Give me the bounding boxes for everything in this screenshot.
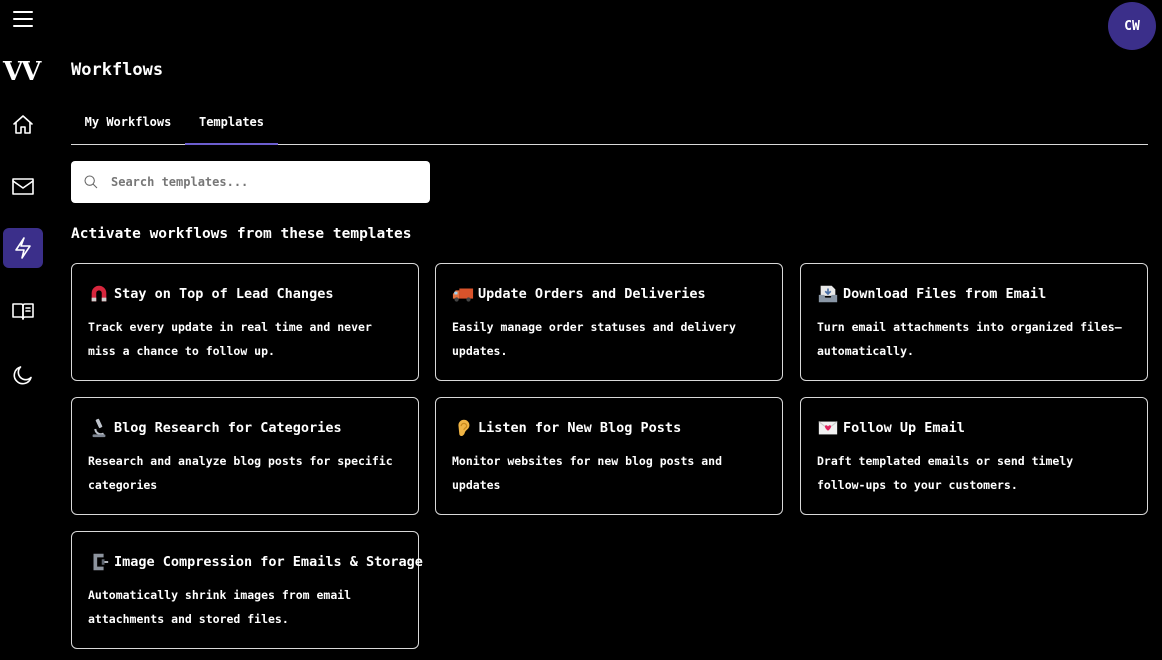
card-title: Download Files from Email <box>843 286 1047 302</box>
sidebar: VV <box>0 0 48 660</box>
template-card-blog-research[interactable]: Blog Research for Categories Research an… <box>71 397 419 515</box>
tab-my-workflows[interactable]: My Workflows <box>71 100 185 144</box>
template-card-download-files[interactable]: Download Files from Email Turn email att… <box>800 263 1148 381</box>
hamburger-menu-icon[interactable] <box>13 11 33 27</box>
card-description: Turn email attachments into organized fi… <box>817 320 1122 358</box>
search-input[interactable] <box>111 175 411 189</box>
card-description: Monitor websites for new blog posts and … <box>452 454 723 492</box>
clamp-icon <box>93 553 109 571</box>
template-card-image-compression[interactable]: Image Compression for Emails & Storage A… <box>71 531 423 649</box>
microscope-icon <box>92 418 106 438</box>
sidebar-item-workflows[interactable] <box>3 228 43 268</box>
ear-icon <box>458 419 470 437</box>
inbox-tray-icon <box>818 285 838 303</box>
tab-templates[interactable]: Templates <box>185 100 278 145</box>
template-card-lead-changes[interactable]: Stay on Top of Lead Changes Track every … <box>71 263 419 381</box>
section-heading: Activate workflows from these templates <box>71 226 412 242</box>
app-logo: VV <box>3 57 41 87</box>
card-description: Draft templated emails or send timely fo… <box>817 454 1074 492</box>
delivery-truck-icon <box>452 288 474 302</box>
card-description: Easily manage order statuses and deliver… <box>452 320 736 358</box>
card-title: Blog Research for Categories <box>114 420 342 436</box>
moon-icon <box>13 366 32 385</box>
mail-icon <box>12 178 34 195</box>
card-title: Update Orders and Deliveries <box>478 286 706 302</box>
card-title: Stay on Top of Lead Changes <box>114 286 334 302</box>
card-description: Track every update in real time and neve… <box>88 320 372 358</box>
book-icon <box>12 303 34 320</box>
tab-bar: My Workflows Templates <box>71 100 1148 145</box>
lightning-icon <box>15 237 31 259</box>
page-title: Workflows <box>71 60 164 80</box>
search-icon <box>84 175 98 189</box>
sidebar-item-home[interactable] <box>3 105 43 145</box>
love-letter-icon <box>818 421 838 435</box>
card-title: Listen for New Blog Posts <box>478 420 682 436</box>
card-title: Follow Up Email <box>843 420 965 436</box>
template-card-blog-posts[interactable]: Listen for New Blog Posts Monitor websit… <box>435 397 783 515</box>
card-description: Research and analyze blog posts for spec… <box>88 454 393 492</box>
card-description: Automatically shrink images from email a… <box>88 588 352 626</box>
template-card-orders[interactable]: Update Orders and Deliveries Easily mana… <box>435 263 783 381</box>
sidebar-item-theme[interactable] <box>3 355 43 395</box>
card-title: Image Compression for Emails & Storage <box>114 554 423 570</box>
sidebar-item-inbox[interactable] <box>3 166 43 206</box>
magnet-icon <box>91 285 107 302</box>
template-card-follow-up[interactable]: Follow Up Email Draft templated emails o… <box>800 397 1148 515</box>
sidebar-item-docs[interactable] <box>3 291 43 331</box>
user-avatar[interactable]: CW <box>1108 2 1156 50</box>
search-box <box>71 161 430 203</box>
home-icon <box>13 115 33 134</box>
